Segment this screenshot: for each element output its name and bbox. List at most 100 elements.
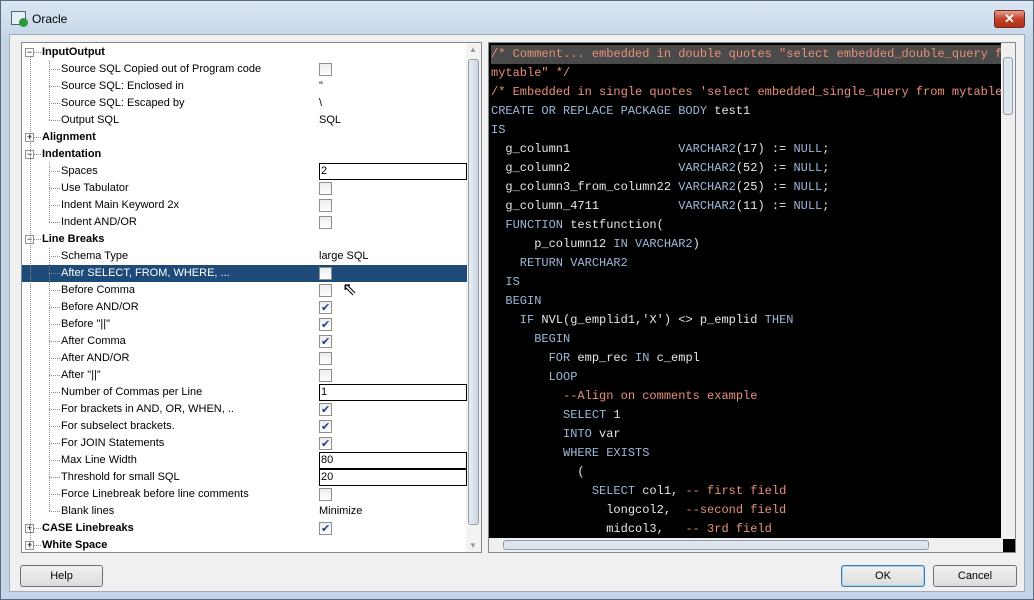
preview-horizontal-scrollbar[interactable] (489, 538, 1003, 552)
tree-group[interactable]: − Line Breaks (22, 231, 467, 248)
tree-connector (49, 307, 60, 308)
tree-item[interactable]: Indent Main Keyword 2x (22, 197, 467, 214)
tree-group[interactable]: + Alignment (22, 129, 467, 146)
tree-connector (49, 426, 60, 427)
checkbox[interactable] (319, 352, 332, 365)
code-keyword: CREATE OR REPLACE PACKAGE BODY (491, 104, 715, 118)
value-input[interactable]: 80 (319, 452, 467, 469)
tree-connector (49, 256, 60, 257)
tree-item[interactable]: Number of Commas per Line 1 (22, 384, 467, 401)
tree-scrollbar[interactable]: ▲ ▼ (466, 43, 481, 552)
code-text: g_column1 (491, 142, 679, 156)
code-text: ; (822, 180, 830, 194)
preview-vertical-scrollbar[interactable] (1001, 43, 1015, 539)
code-line: LOOP (491, 368, 1001, 387)
value-text[interactable]: large SQL (319, 248, 369, 265)
tree-item[interactable]: Force Linebreak before line comments (22, 486, 467, 503)
checkbox[interactable] (319, 402, 332, 419)
tree-connector (49, 86, 60, 87)
tree-item[interactable]: Source SQL Copied out of Program code (22, 61, 467, 78)
code-text: (11) := (735, 199, 794, 213)
tree-item[interactable]: Before AND/OR (22, 299, 467, 317)
tree-item-label: CASE Linebreaks (42, 522, 134, 534)
tree-item[interactable]: Blank lines Minimize (22, 503, 467, 520)
checkbox[interactable] (319, 182, 332, 195)
tree-item[interactable]: Schema Type large SQL (22, 248, 467, 265)
code-keyword: NULL (793, 199, 823, 213)
checkbox[interactable] (319, 300, 332, 317)
tree-scroll-thumb[interactable] (468, 59, 479, 525)
tree-item[interactable]: After AND/OR (22, 350, 467, 367)
value-input[interactable]: 20 (319, 469, 467, 486)
tree-item[interactable]: Source SQL: Escaped by \ (22, 95, 467, 112)
tree-item-label: Source SQL Copied out of Program code (61, 63, 262, 75)
tree-item-label: InputOutput (42, 46, 105, 58)
tree-group[interactable]: + CASE Linebreaks (22, 520, 467, 538)
tree-group[interactable]: − InputOutput (22, 44, 467, 61)
tree-connector (49, 205, 60, 206)
checkbox[interactable] (319, 436, 332, 453)
app-icon (11, 11, 28, 27)
checkbox[interactable] (319, 317, 332, 334)
code-text: NVL(g_emplid1,'X') <> p_emplid (541, 313, 765, 327)
code-comment: /* Comment... embedded in double quotes … (491, 47, 1016, 61)
value-text[interactable]: \ (319, 95, 322, 112)
preview-hscroll-thumb[interactable] (503, 540, 929, 550)
tree-item[interactable]: Threshold for small SQL 20 (22, 469, 467, 486)
help-button[interactable]: Help (20, 565, 103, 587)
tree-item-label: Before "||" (61, 318, 110, 330)
tree-item[interactable]: For JOIN Statements (22, 435, 467, 453)
tree-item[interactable]: Use Tabulator (22, 180, 467, 197)
preview-vscroll-thumb[interactable] (1003, 57, 1013, 115)
tree-item[interactable]: For subselect brackets. (22, 418, 467, 436)
checkbox[interactable] (319, 488, 332, 501)
value-input[interactable]: 1 (319, 384, 467, 401)
cancel-button[interactable]: Cancel (933, 565, 1017, 587)
tree-item-label: Output SQL (61, 114, 120, 126)
tree-connector (49, 188, 60, 189)
code-line: BEGIN (491, 292, 1001, 311)
tree-item[interactable]: For brackets in AND, OR, WHEN, .. (22, 401, 467, 419)
checkbox[interactable] (319, 419, 332, 436)
checkbox[interactable] (319, 284, 332, 297)
collapse-icon[interactable]: − (25, 48, 34, 57)
tree-item[interactable]: Before "||" (22, 316, 467, 334)
tree-item[interactable]: Source SQL: Enclosed in " (22, 78, 467, 95)
tree-item[interactable]: Output SQL SQL (22, 112, 467, 129)
checkbox[interactable] (319, 216, 332, 229)
tree-item[interactable]: After SELECT, FROM, WHERE, ... (22, 265, 467, 282)
checkbox[interactable] (319, 267, 332, 280)
scroll-down-icon[interactable]: ▼ (469, 541, 477, 550)
value-text[interactable]: " (319, 78, 323, 95)
tree-item[interactable]: After "||" (22, 367, 467, 384)
code-line: RETURN VARCHAR2 (491, 254, 1001, 273)
tree-connector (49, 460, 60, 461)
tree-group[interactable]: − Indentation (22, 146, 467, 163)
code-keyword: FUNCTION (491, 218, 571, 232)
checkbox[interactable] (319, 63, 332, 76)
close-button[interactable]: ✕ (994, 10, 1025, 28)
ok-button[interactable]: OK (841, 565, 925, 587)
code-line: p_column12 IN VARCHAR2) (491, 235, 1001, 254)
sql-preview[interactable]: midcol3, -- 3rd field longcol2, --second… (488, 42, 1016, 553)
checkbox[interactable] (319, 369, 332, 382)
tree-item[interactable]: Before Comma (22, 282, 467, 299)
tree-group[interactable]: + White Space (22, 537, 467, 552)
code-text: (25) := (735, 180, 794, 194)
code-line: ( (491, 463, 1001, 482)
code-line: SELECT col1, -- first field (491, 482, 1001, 501)
code-keyword: INTO (491, 427, 600, 441)
checkbox[interactable] (319, 199, 332, 212)
code-text: col1, (642, 484, 686, 498)
tree-item[interactable]: Max Line Width 80 (22, 452, 467, 469)
tree-item[interactable]: Spaces 2 (22, 163, 467, 180)
value-text[interactable]: SQL (319, 112, 341, 129)
tree-item[interactable]: Indent AND/OR (22, 214, 467, 231)
checkbox[interactable] (319, 521, 332, 538)
tree-item[interactable]: After Comma (22, 333, 467, 351)
value-text[interactable]: Minimize (319, 503, 362, 520)
scroll-up-icon[interactable]: ▲ (469, 45, 477, 54)
checkbox[interactable] (319, 334, 332, 351)
tree-item-label: Indent Main Keyword 2x (61, 199, 180, 211)
value-input[interactable]: 2 (319, 163, 467, 180)
